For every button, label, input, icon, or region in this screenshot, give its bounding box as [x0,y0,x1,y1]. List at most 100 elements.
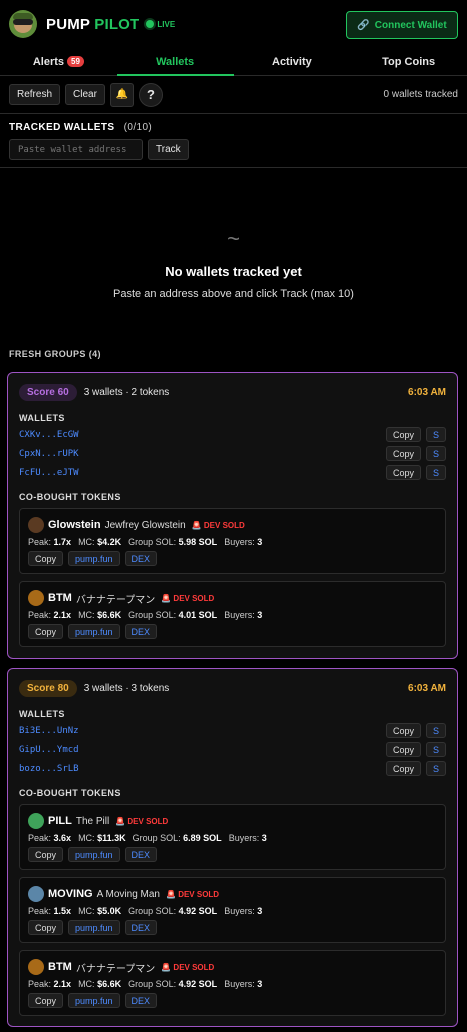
pump-fun-link[interactable]: pump.fun [68,551,120,566]
tab-activity[interactable]: Activity [234,48,351,75]
wallet-row: GipU...Ymcd Copy S [19,740,446,759]
mc-label: MC: [78,906,95,916]
live-indicator: LIVE [146,20,175,29]
buyers-label: Buyers: [228,833,260,843]
alarm-icon: 🚨 [115,816,128,826]
mc-value: $4.2K [97,537,122,547]
peak-label: Peak: [28,979,52,989]
pump-fun-link[interactable]: pump.fun [68,993,120,1008]
group-time: 6:03 AM [408,387,446,398]
copy-button[interactable]: Copy [28,847,64,862]
copy-button[interactable]: Copy [28,993,64,1008]
pump-fun-link[interactable]: pump.fun [68,920,120,935]
tab-top-coins[interactable]: Top Coins [350,48,467,75]
tab-alerts[interactable]: Alerts 59 [0,48,117,75]
brand-part-2: PILOT [94,15,140,33]
copy-button[interactable]: Copy [28,551,64,566]
group-sol-value: 5.98 SOL [178,537,218,547]
token-card: PILL The Pill 🚨 DEV SOLD Peak: 3.6x MC: … [19,804,446,870]
pump-fun-link[interactable]: pump.fun [68,847,120,862]
solscan-button[interactable]: S [425,761,446,776]
group-sol-label: Group SOL: [128,906,177,916]
connect-wallet-button[interactable]: 🔗 Connect Wallet [346,11,458,39]
token-symbol: BTM [48,961,72,973]
empty-tilde-icon: ~ [227,226,240,251]
copy-button[interactable]: Copy [385,742,421,757]
copy-button[interactable]: Copy [385,465,421,480]
dev-sold-badge: 🚨 DEV SOLD [166,890,219,899]
live-label: LIVE [157,19,176,29]
token-avatar-icon [28,517,44,533]
wallet-address[interactable]: GipU...Ymcd [19,745,79,755]
token-symbol: BTM [48,592,72,604]
buyers-label: Buyers: [224,906,255,916]
pump-fun-link[interactable]: pump.fun [68,624,120,639]
tab-wallets[interactable]: Wallets [116,48,234,76]
buyers-value: 3 [257,979,263,989]
dev-sold-badge: 🚨 DEV SOLD [115,817,168,826]
group-sol-label: Group SOL: [128,979,177,989]
alerts-count-badge: 59 [67,56,84,67]
copy-button[interactable]: Copy [385,446,421,461]
mc-label: MC: [78,537,95,547]
score-badge: Score 60 [19,384,77,401]
copy-button[interactable]: Copy [28,920,64,935]
wallet-row: CpxN...rUPK Copy S [19,444,446,463]
mc-label: MC: [78,979,95,989]
dex-link[interactable]: DEX [124,993,158,1008]
copy-button[interactable]: Copy [385,761,421,776]
tab-bar: Alerts 59 Wallets Activity Top Coins [0,48,467,76]
dex-link[interactable]: DEX [124,920,158,935]
mc-label: MC: [78,610,95,620]
refresh-button[interactable]: Refresh [9,84,61,105]
empty-subtitle: Paste an address above and click Track (… [113,288,354,300]
clear-button[interactable]: Clear [65,84,105,105]
alarm-icon: 🚨 [161,962,174,972]
dex-link[interactable]: DEX [124,551,158,566]
solscan-button[interactable]: S [425,446,446,461]
wallets-tracked-count: 0 wallets tracked [383,89,458,100]
wallet-address[interactable]: Bi3E...UnNz [19,726,79,736]
solscan-button[interactable]: S [425,465,446,480]
token-card: MOVING A Moving Man 🚨 DEV SOLD Peak: 1.5… [19,877,446,943]
mc-value: $6.6K [97,979,122,989]
peak-label: Peak: [28,537,52,547]
wallet-address-input[interactable] [9,139,143,160]
wallet-address[interactable]: CXKv...EcGW [19,430,79,440]
help-icon[interactable]: ? [138,82,163,107]
pump-pilot-logo-icon [9,10,37,38]
dev-sold-badge: 🚨 DEV SOLD [161,594,214,603]
bell-icon[interactable]: 🔔 [109,82,134,107]
wallets-heading: WALLETS [19,709,65,719]
fresh-groups-heading: FRESH GROUPS (4) [9,349,101,359]
wallet-address[interactable]: bozo...SrLB [19,764,79,774]
alarm-icon: 🚨 [166,889,179,899]
solscan-button[interactable]: S [425,427,446,442]
app-header: PUMP PILOT LIVE 🔗 Connect Wallet [0,0,467,48]
track-button[interactable]: Track [148,139,189,160]
copy-button[interactable]: Copy [385,427,421,442]
group-sol-value: 4.01 SOL [178,610,218,620]
wallet-row: FcFU...eJTW Copy S [19,463,446,482]
dex-link[interactable]: DEX [124,847,158,862]
empty-title: No wallets tracked yet [165,264,302,279]
buyers-value: 3 [257,906,263,916]
dev-sold-badge: 🚨 DEV SOLD [192,521,245,530]
dev-sold-badge: 🚨 DEV SOLD [161,963,214,972]
brand-part-1: PUMP [46,15,90,33]
copy-button[interactable]: Copy [385,723,421,738]
wallet-address[interactable]: CpxN...rUPK [19,449,79,459]
dex-link[interactable]: DEX [124,624,158,639]
token-symbol: Glowstein [48,519,101,531]
copy-button[interactable]: Copy [28,624,64,639]
wallets-heading: WALLETS [19,413,65,423]
connect-wallet-label: Connect Wallet [374,19,447,31]
solscan-button[interactable]: S [425,723,446,738]
token-stats: Peak: 2.1x MC: $6.6K Group SOL: 4.01 SOL… [28,610,437,620]
token-avatar-icon [28,886,44,902]
token-name: A Moving Man [96,888,160,900]
wallet-address[interactable]: FcFU...eJTW [19,468,79,478]
tracked-wallets-count: (0/10) [123,122,153,133]
token-symbol: MOVING [48,888,93,900]
solscan-button[interactable]: S [425,742,446,757]
